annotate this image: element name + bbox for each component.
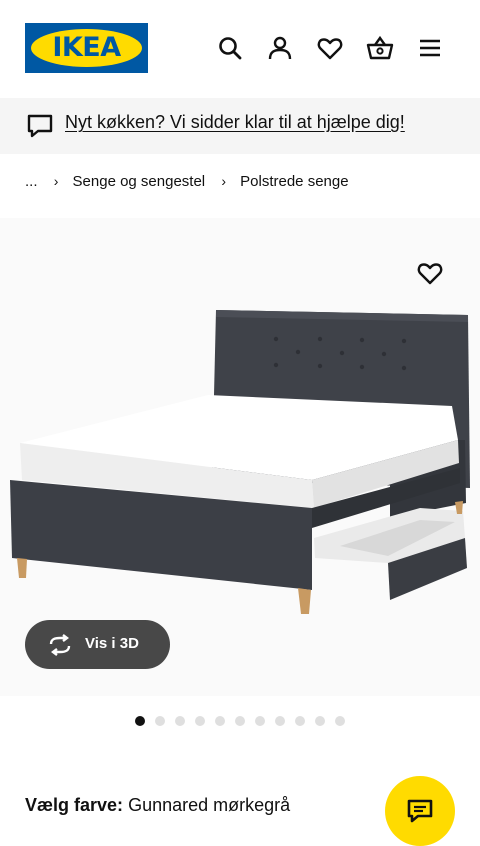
gallery-dot[interactable] (235, 716, 245, 726)
color-value: Gunnared mørkegrå (128, 795, 291, 815)
account-icon[interactable] (266, 34, 294, 62)
gallery-dot[interactable] (155, 716, 165, 726)
chat-icon (407, 799, 433, 823)
kitchen-help-link[interactable]: Nyt køkken? Vi sidder klar til at hjælpe… (65, 112, 405, 133)
ikea-logo[interactable]: IKEA (25, 23, 148, 73)
color-selector[interactable]: Vælg farve: Gunnared mørkegrå (25, 795, 290, 816)
view-in-3d-button[interactable]: Vis i 3D (25, 620, 170, 669)
breadcrumb-upholstered-beds[interactable]: Polstrede senge (240, 173, 348, 190)
chevron-right-icon: › (221, 173, 226, 190)
gallery-dot[interactable] (275, 716, 285, 726)
gallery-dot[interactable] (315, 716, 325, 726)
gallery-dot[interactable] (335, 716, 345, 726)
gallery-dot[interactable] (255, 716, 265, 726)
gallery-dot[interactable] (135, 716, 145, 726)
chat-bubble-icon (26, 113, 54, 139)
heart-icon[interactable] (316, 34, 344, 62)
menu-icon[interactable] (416, 34, 444, 62)
rotate-3d-icon (49, 634, 71, 656)
gallery-dot[interactable] (215, 716, 225, 726)
chat-button[interactable] (385, 776, 455, 846)
chevron-right-icon: › (53, 173, 59, 190)
breadcrumb: ... › Senge og sengestel › Polstrede sen… (25, 172, 349, 190)
breadcrumb-ellipsis[interactable]: ... (25, 173, 38, 190)
view-in-3d-label: Vis i 3D (85, 635, 139, 652)
gallery-dot[interactable] (175, 716, 185, 726)
gallery-dot[interactable] (295, 716, 305, 726)
gallery-dot[interactable] (195, 716, 205, 726)
logo-text: IKEA (52, 32, 121, 63)
search-icon[interactable] (216, 34, 244, 62)
breadcrumb-beds[interactable]: Senge og sengestel (73, 173, 206, 190)
header: IKEA (0, 0, 480, 98)
color-label: Vælg farve: (25, 795, 124, 815)
basket-icon[interactable] (366, 34, 394, 62)
favorite-heart-icon[interactable] (416, 259, 444, 287)
